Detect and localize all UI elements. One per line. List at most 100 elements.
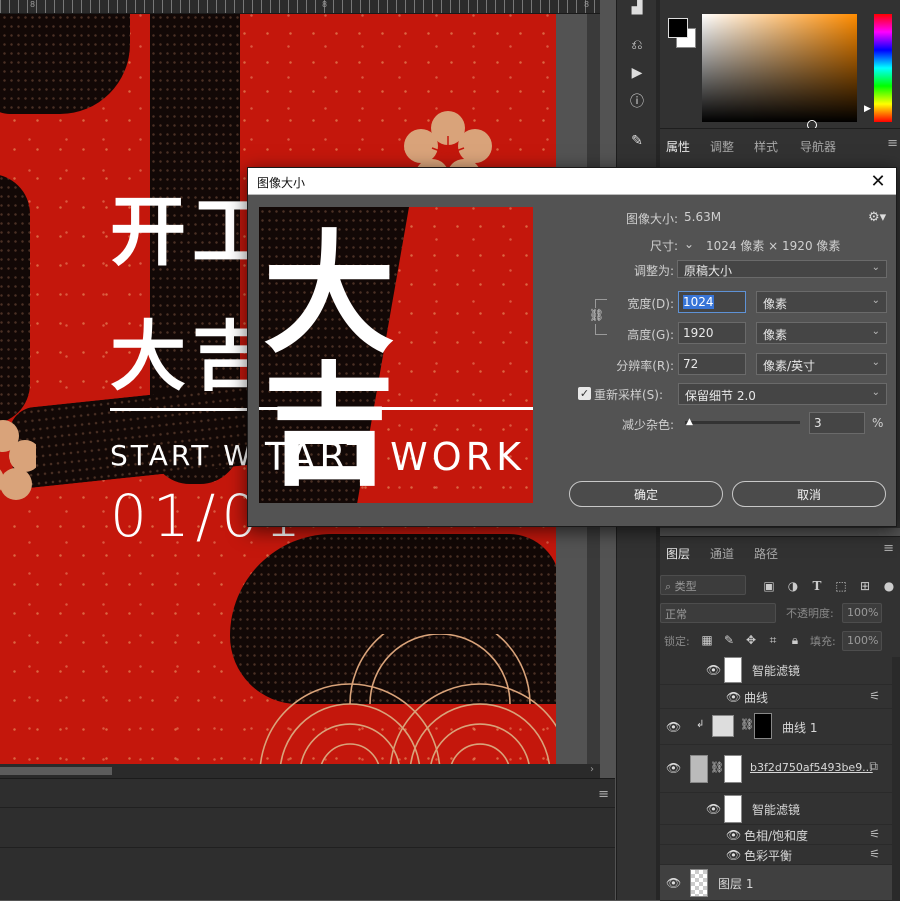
cancel-button[interactable]: 取消: [732, 481, 886, 507]
fit-to-label: 调整为:: [633, 264, 674, 278]
ruler-numbers: 8 8 8: [0, 0, 600, 14]
visibility-eye-icon[interactable]: 👁︎: [726, 828, 741, 842]
filter-options-icon[interactable]: ⚟: [869, 689, 880, 703]
resample-method-select[interactable]: 保留细节 2.0 ⌄: [678, 383, 887, 405]
panel-menu-icon[interactable]: ≡: [598, 787, 609, 802]
panel-menu-icon[interactable]: ≡: [887, 136, 898, 151]
lock-paint-icon[interactable]: ✎: [720, 631, 738, 649]
height-input[interactable]: 1920: [678, 322, 746, 344]
visibility-eye-icon[interactable]: 👁︎: [666, 720, 681, 734]
lock-all-icon[interactable]: 🔒︎: [786, 631, 804, 649]
height-label: 高度(G):: [627, 328, 674, 342]
dialog-title: 图像大小: [257, 176, 306, 190]
layer-row[interactable]: 👁︎ 智能滤镜: [660, 655, 892, 685]
tab-properties[interactable]: 属性: [666, 138, 690, 155]
dimensions-toggle-icon[interactable]: ⌄: [684, 237, 694, 251]
plum-blossom-icon: [0, 420, 36, 500]
width-unit-value: 像素: [763, 297, 788, 311]
divider: [0, 807, 615, 808]
filter-pixel-icon[interactable]: ▣: [760, 577, 778, 595]
chain-link-icon[interactable]: ⛓︎: [710, 761, 724, 774]
scrollbar-thumb[interactable]: [0, 767, 112, 775]
slider-thumb-icon[interactable]: ▲: [686, 417, 693, 427]
scroll-right-icon[interactable]: ›: [590, 764, 594, 775]
color-panel: ▶: [660, 0, 900, 130]
resolution-unit-select[interactable]: 像素/英寸 ⌄: [756, 353, 887, 375]
layer-row[interactable]: 👁︎ 图层 1: [660, 865, 892, 901]
layer-filter-select[interactable]: ⌕ 类型: [660, 575, 746, 595]
resample-method-value: 保留细节 2.0: [685, 389, 756, 403]
smart-object-thumbnail: [690, 755, 708, 783]
width-input[interactable]: 1024: [678, 291, 746, 313]
actions-play-icon[interactable]: ▶: [617, 60, 657, 86]
visibility-eye-icon[interactable]: 👁︎: [666, 876, 681, 890]
layers-scrollbar[interactable]: [892, 657, 900, 901]
tab-adjustments[interactable]: 调整: [710, 138, 734, 155]
tab-paths[interactable]: 路径: [754, 545, 778, 562]
resolution-unit-value: 像素/英寸: [763, 359, 816, 373]
visibility-eye-icon[interactable]: 👁︎: [726, 690, 741, 704]
layer-row[interactable]: 👁︎ 色相/饱和度 ⚟: [660, 825, 892, 845]
ruler-number: 8: [30, 0, 36, 9]
hue-slider-arrow-icon[interactable]: ▶: [864, 104, 871, 114]
filter-smart-object-icon[interactable]: ⊞: [856, 577, 874, 595]
filter-shape-icon[interactable]: ⬚: [832, 577, 850, 595]
layer-row[interactable]: 👁︎ 智能滤镜: [660, 793, 892, 825]
histogram-icon[interactable]: ▟: [617, 0, 657, 20]
blend-mode-value: 正常: [665, 608, 687, 621]
lock-position-icon[interactable]: ✥: [742, 631, 760, 649]
gear-icon[interactable]: ⚙▾: [868, 210, 886, 225]
blend-mode-select[interactable]: 正常: [660, 603, 776, 623]
layer-row[interactable]: 👁︎ 曲线 ⚟: [660, 685, 892, 709]
chevron-down-icon: ⌄: [871, 295, 880, 306]
height-unit-value: 像素: [763, 328, 788, 342]
filter-options-icon[interactable]: ⚟: [869, 847, 880, 861]
filter-type-icon[interactable]: T: [808, 577, 826, 595]
layer-row[interactable]: 👁︎ 色彩平衡 ⚟: [660, 845, 892, 865]
opacity-input[interactable]: 100%: [842, 603, 882, 623]
visibility-eye-icon[interactable]: 👁︎: [706, 802, 721, 816]
tab-layers[interactable]: 图层: [666, 545, 690, 562]
lock-transparency-icon[interactable]: ▦: [698, 631, 716, 649]
image-size-label: 图像大小:: [625, 212, 678, 226]
layer-row[interactable]: 👁︎ ↲ ⛓︎ 曲线 1: [660, 709, 892, 745]
filter-toggle-icon[interactable]: ●: [880, 577, 898, 595]
ok-button[interactable]: 确定: [569, 481, 723, 507]
reduce-noise-slider[interactable]: [685, 421, 800, 424]
color-saturation-field[interactable]: [702, 14, 857, 130]
filter-options-icon[interactable]: ⚟: [869, 827, 880, 841]
close-icon[interactable]: ✕: [866, 169, 890, 193]
tab-channels[interactable]: 通道: [710, 545, 734, 562]
chain-link-icon[interactable]: ⛓︎: [740, 718, 754, 731]
layer-row[interactable]: 👁︎ ⛓︎ b3f2d750af5493be9... ⧉: [660, 745, 892, 793]
info-icon[interactable]: ⓘ: [617, 88, 657, 114]
image-preview[interactable]: 大吉 TART WORK: [259, 207, 533, 503]
width-unit-select[interactable]: 像素 ⌄: [756, 291, 887, 313]
fill-input[interactable]: 100%: [842, 631, 882, 651]
visibility-eye-icon[interactable]: 👁︎: [666, 761, 681, 775]
visibility-eye-icon[interactable]: 👁︎: [726, 848, 741, 862]
height-value: 1920: [683, 326, 714, 340]
hue-slider[interactable]: [874, 14, 892, 122]
tab-navigator[interactable]: 导航器: [800, 138, 836, 155]
divider-line: [110, 408, 270, 411]
panel-menu-icon[interactable]: ≡: [883, 541, 894, 556]
tab-styles[interactable]: 样式: [754, 138, 778, 155]
lock-label: 锁定:: [664, 635, 690, 648]
resolution-input[interactable]: 72: [678, 353, 746, 375]
reduce-noise-input[interactable]: 3: [809, 412, 865, 434]
lock-artboard-icon[interactable]: ⌗: [764, 631, 782, 649]
fit-to-select[interactable]: 原稿大小 ⌄: [677, 260, 887, 278]
dialog-titlebar[interactable]: 图像大小 ✕: [248, 168, 896, 195]
brush-icon[interactable]: ✎: [617, 128, 657, 154]
layer-filter-value: 类型: [674, 580, 697, 593]
resample-checkbox[interactable]: ✓: [578, 387, 591, 400]
preview-subtitle: TART WORK: [265, 435, 525, 479]
history-icon[interactable]: ⎌: [617, 32, 657, 58]
visibility-eye-icon[interactable]: 👁︎: [706, 663, 721, 677]
canvas-horizontal-scrollbar[interactable]: ›: [0, 764, 600, 778]
foreground-color-swatch[interactable]: [668, 18, 688, 38]
height-unit-select[interactable]: 像素 ⌄: [756, 322, 887, 344]
dimensions-value: 1024 像素 × 1920 像素: [706, 239, 841, 253]
filter-adjustment-icon[interactable]: ◑: [784, 577, 802, 595]
